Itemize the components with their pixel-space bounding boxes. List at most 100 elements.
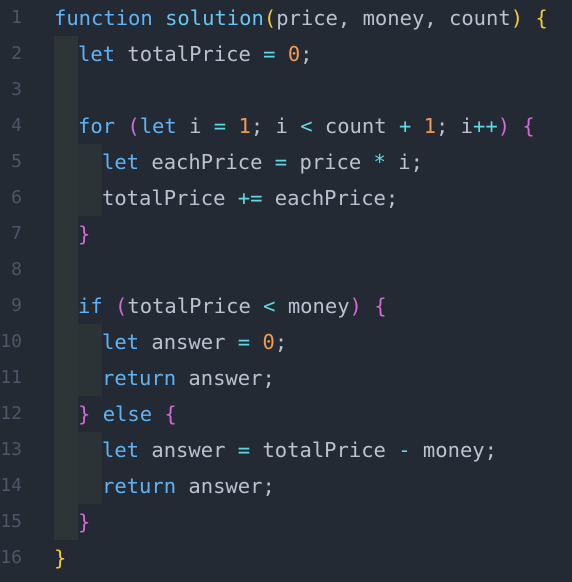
code-line[interactable]: 7} [0,216,572,252]
code-token: if [78,294,103,318]
code-line[interactable]: 2 let totalPrice = 0; [0,36,572,72]
code-token: count [312,114,399,138]
code-line[interactable]: 5 let eachPrice = price * i; [0,144,572,180]
code-token: ) [349,294,362,318]
code-line[interactable]: 13 let answer = totalPrice - money; [0,432,572,468]
code-token: answer; [176,366,275,390]
indent-guide [78,324,102,360]
code-token: = [237,438,251,462]
code-token: price, money, count [276,6,511,30]
code-token: { [374,294,387,318]
code-token: } [78,510,91,534]
indent-guide [54,432,78,468]
code-token: function [54,6,153,30]
line-number: 13 [0,439,22,460]
code-line[interactable]: 16} [0,540,572,576]
code-token: ++ [473,114,498,138]
code-token: return [102,366,177,390]
code-token: let [78,42,116,66]
code-token: totalPrice [250,438,399,462]
code-line[interactable]: 9 if (totalPrice < money) { [0,288,572,324]
code-token: } [78,402,91,426]
line-number: 2 [11,43,22,64]
code-token: price [287,150,374,174]
code-token: answer; [176,474,275,498]
code-token: ( [127,114,140,138]
code-token: { [164,402,177,426]
code-token: eachPrice; [262,186,399,210]
indent-guide [54,468,78,504]
code-text: let answer = totalPrice - money; [102,432,497,468]
code-token: } [54,546,67,570]
code-text: function solution(price, money, count) { [54,0,548,36]
code-token: < [300,114,313,138]
code-text: let eachPrice = price * i; [102,144,423,180]
code-token: let [102,438,140,462]
code-line[interactable]: 6 totalPrice += eachPrice; [0,180,572,216]
line-number: 9 [11,295,22,316]
indent-guide [54,216,78,252]
code-token: - [398,438,411,462]
code-text: } [78,216,90,252]
code-token: 0 [262,330,275,354]
code-text: let answer = 0; [102,324,287,360]
code-token: totalPrice [127,294,264,318]
code-token: += [237,186,263,210]
line-number: 8 [11,259,22,280]
code-text: if (totalPrice < money) { [78,288,387,324]
code-token: 1 [238,114,251,138]
code-token: * [373,150,386,174]
indent-guide [54,396,78,432]
code-line[interactable]: 14 return answer; [0,468,572,504]
code-token: 0 [287,42,301,66]
code-line[interactable]: 11 return answer; [0,360,572,396]
code-line[interactable]: 3 [0,72,572,108]
code-token: eachPrice [139,150,275,174]
code-line[interactable]: 15} [0,504,572,540]
code-token: answer [139,330,238,354]
code-token: i [176,114,214,138]
indent-guide [54,360,78,396]
indent-guide [54,144,78,180]
line-number: 1 [11,7,22,28]
indent-guide [54,324,78,360]
code-token: { [535,6,548,30]
line-number: 12 [0,403,22,424]
code-token: < [263,294,276,318]
indent-guide [54,252,78,288]
line-number: 6 [11,187,22,208]
code-line[interactable]: 1 function solution(price, money, count) … [0,0,572,36]
code-token: i; [385,150,423,174]
code-token: ; i [435,114,473,138]
code-editor[interactable]: 1 function solution(price, money, count) … [0,0,572,582]
line-number: 4 [11,115,22,136]
code-token: = [274,150,288,174]
code-token: totalPrice [102,186,238,210]
indent-guide [78,360,102,396]
code-line[interactable]: 12} else { [0,396,572,432]
code-line[interactable]: 8 [0,252,572,288]
indent-guide [78,432,102,468]
code-text: } [54,540,66,576]
code-token: money; [410,438,497,462]
code-token: money [275,294,350,318]
code-token: let [139,114,177,138]
code-line[interactable]: 10 let answer = 0; [0,324,572,360]
indent-guide [54,180,78,216]
code-token: solution [165,6,264,30]
code-token: for [78,114,116,138]
line-number: 15 [0,511,22,532]
code-token: = [213,114,227,138]
code-token: ; i [250,114,301,138]
code-line[interactable]: 4 for (let i = 1; i < count + 1; i++) { [0,108,572,144]
code-token: ( [115,294,128,318]
indent-guide [54,36,78,72]
